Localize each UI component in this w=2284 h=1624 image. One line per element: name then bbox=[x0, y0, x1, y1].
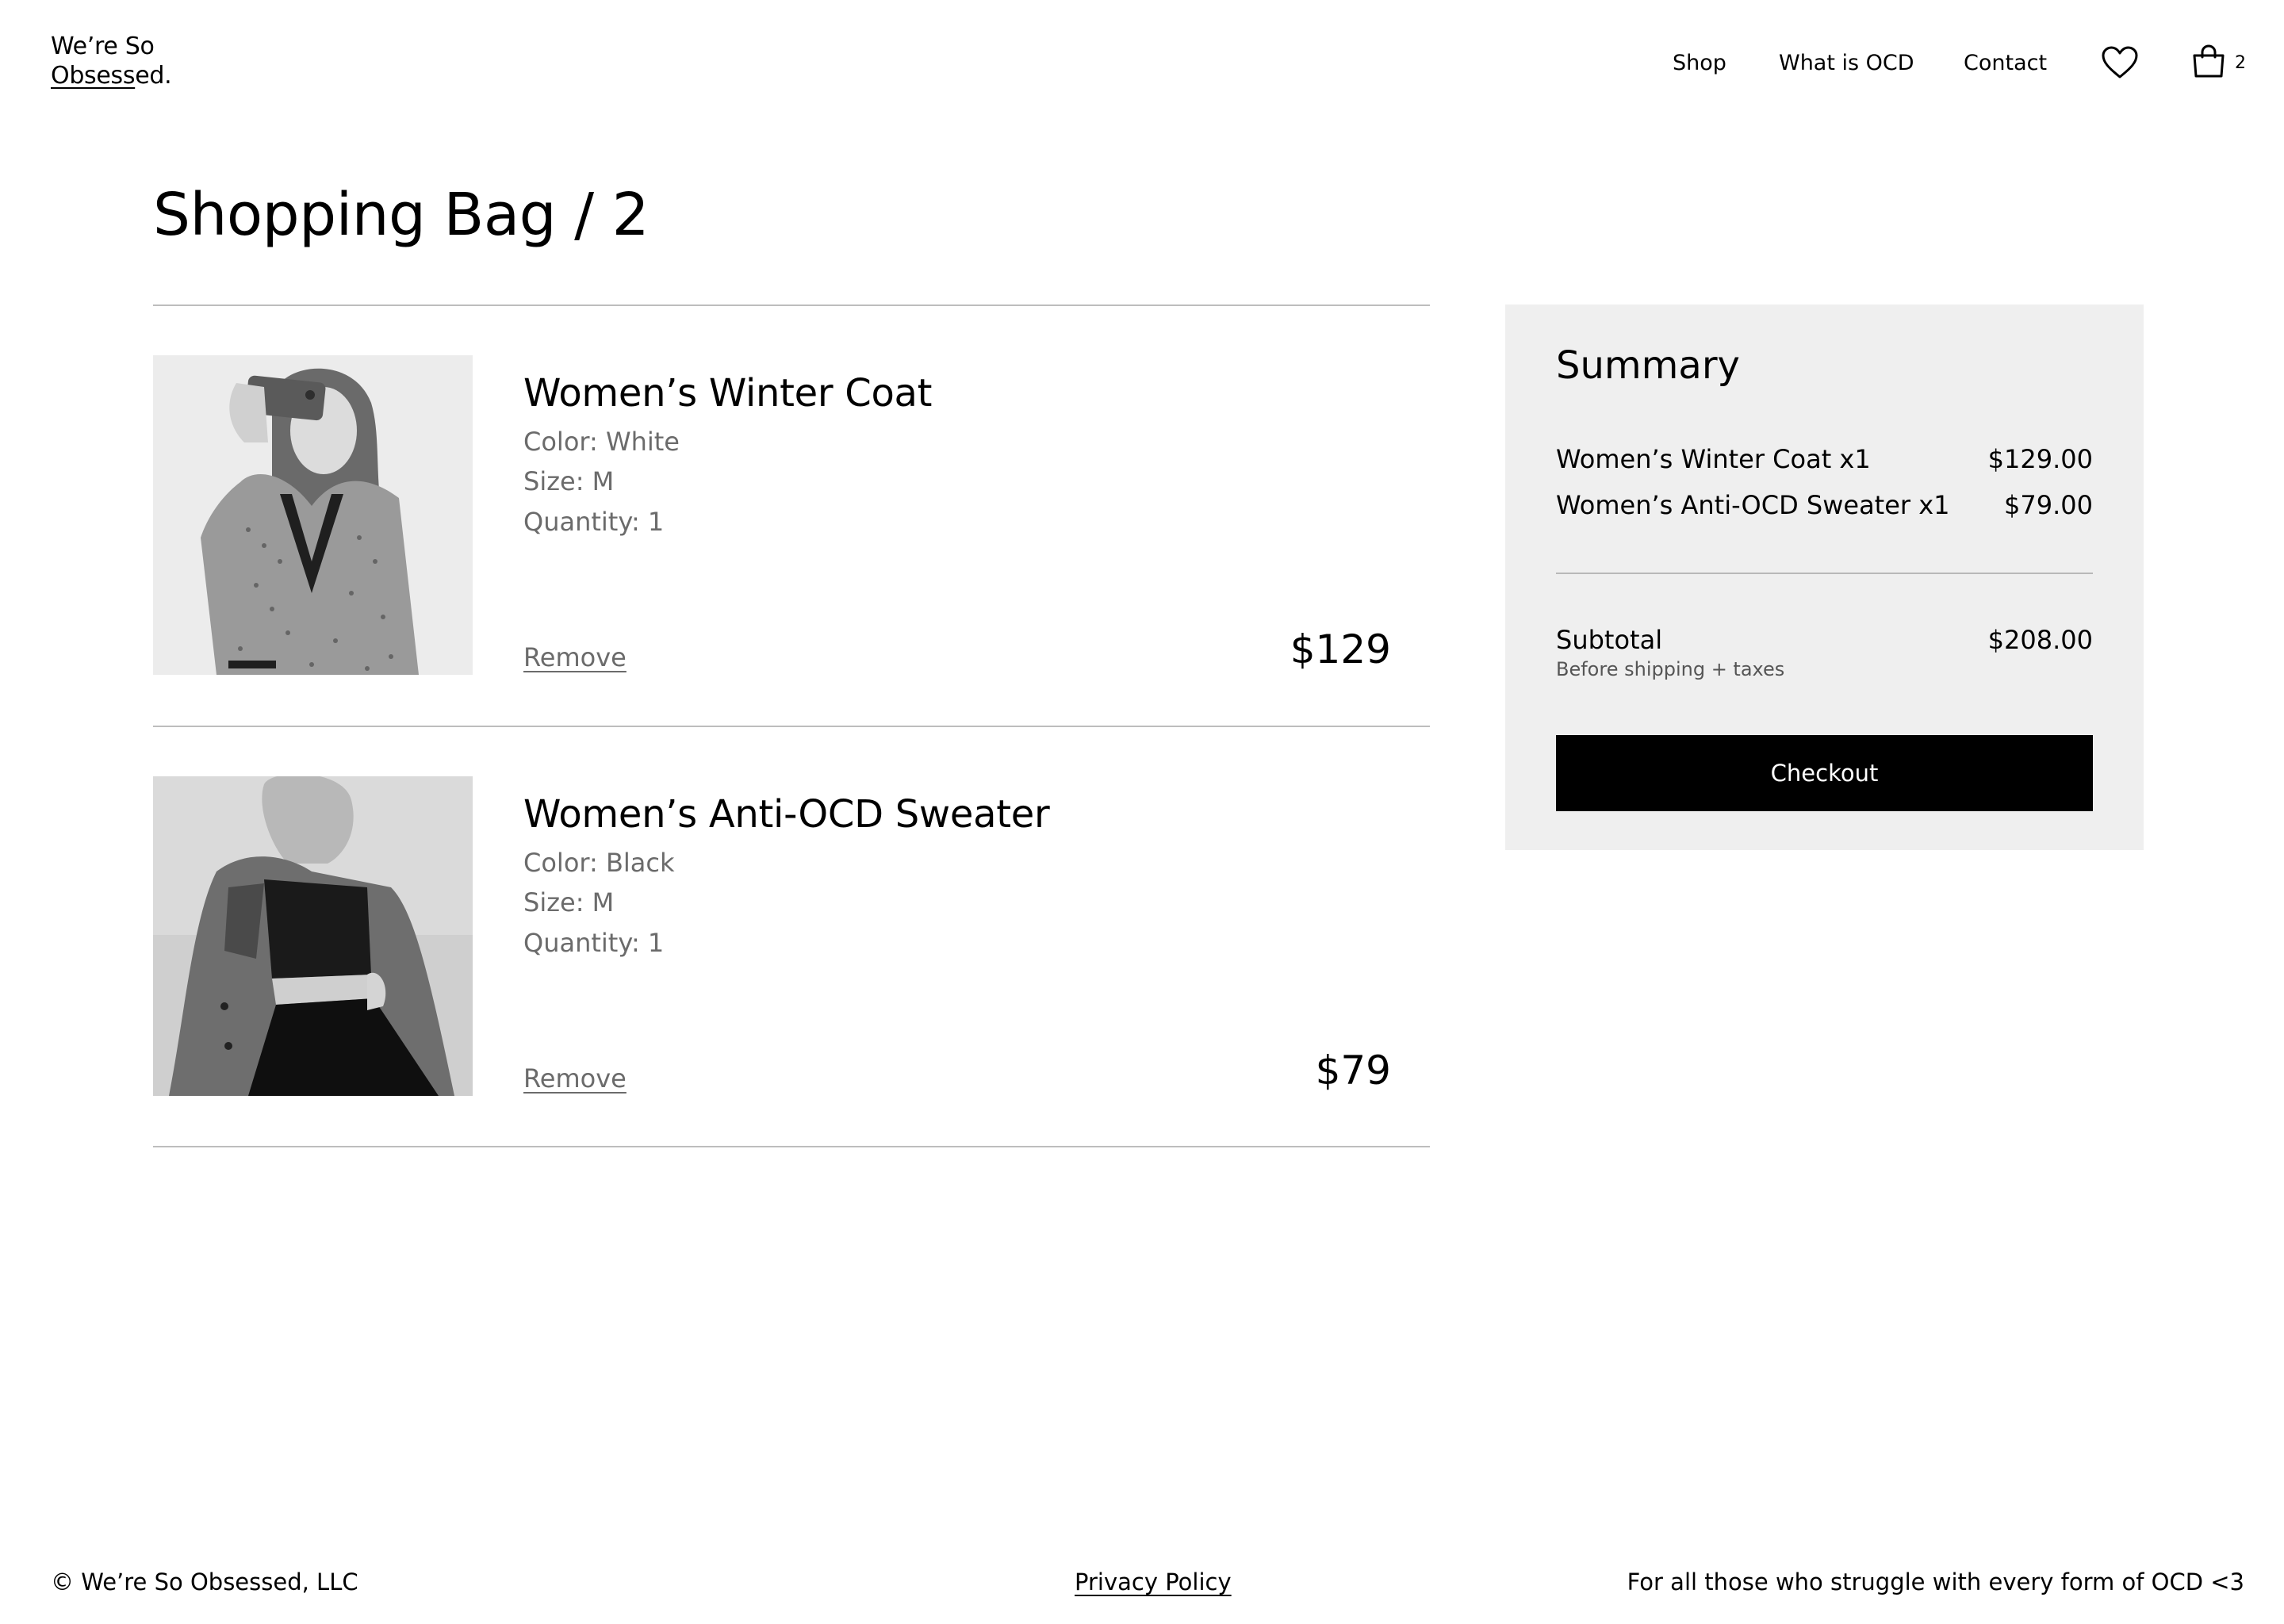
product-image-anti-ocd-sweater[interactable] bbox=[153, 776, 473, 1096]
site-logo[interactable]: We’re So Obsessed. bbox=[51, 32, 172, 90]
product-image-winter-coat[interactable] bbox=[153, 355, 473, 675]
summary-line-item: Women’s Winter Coat x1 $129.00 bbox=[1556, 444, 2093, 476]
divider bbox=[153, 304, 1430, 306]
summary-line-amount: $129.00 bbox=[1987, 444, 2093, 474]
divider bbox=[153, 726, 1430, 727]
product-price: $79 bbox=[1315, 1048, 1391, 1094]
logo-rest: ed. bbox=[135, 62, 172, 90]
summary-divider bbox=[1556, 573, 2093, 574]
checkout-button[interactable]: Checkout bbox=[1556, 735, 2093, 811]
summary-line-amount: $79.00 bbox=[2004, 490, 2093, 520]
nav-what-is-ocd[interactable]: What is OCD bbox=[1779, 51, 1914, 75]
heart-icon[interactable] bbox=[2102, 46, 2138, 82]
footer-tagline: For all those who struggle with every fo… bbox=[1627, 1568, 2244, 1595]
divider bbox=[153, 1146, 1430, 1147]
product-quantity: Quantity: 1 bbox=[523, 928, 665, 958]
product-name[interactable]: Women’s Anti-OCD Sweater bbox=[523, 791, 1050, 837]
nav-shop[interactable]: Shop bbox=[1673, 51, 1726, 75]
summary-line-label: Women’s Winter Coat x1 bbox=[1556, 444, 1871, 474]
subtotal-amount: $208.00 bbox=[1987, 625, 2093, 655]
logo-line-1: We’re So bbox=[51, 33, 155, 60]
remove-button[interactable]: Remove bbox=[523, 642, 627, 672]
nav-contact[interactable]: Contact bbox=[1964, 51, 2047, 75]
subtotal-row: Subtotal $208.00 bbox=[1556, 625, 2093, 657]
product-name[interactable]: Women’s Winter Coat bbox=[523, 370, 932, 416]
bag-count-badge: 2 bbox=[2235, 53, 2246, 73]
subtotal-label: Subtotal bbox=[1556, 625, 1663, 655]
product-size: Size: M bbox=[523, 466, 615, 496]
product-quantity: Quantity: 1 bbox=[523, 507, 665, 537]
logo-line-2: Obsessed. bbox=[51, 61, 172, 90]
logo-underlined-part: Obsess bbox=[51, 62, 136, 90]
order-summary: Summary Women’s Winter Coat x1 $129.00 W… bbox=[1505, 304, 2144, 850]
product-price: $129 bbox=[1290, 626, 1391, 672]
product-color: Color: White bbox=[523, 427, 680, 457]
summary-title: Summary bbox=[1556, 343, 1740, 388]
subtotal-note: Before shipping + taxes bbox=[1556, 658, 1785, 680]
summary-line-item: Women’s Anti-OCD Sweater x1 $79.00 bbox=[1556, 490, 2093, 522]
privacy-policy-link[interactable]: Privacy Policy bbox=[1075, 1568, 1232, 1595]
product-size: Size: M bbox=[523, 887, 615, 917]
summary-line-label: Women’s Anti-OCD Sweater x1 bbox=[1556, 490, 1950, 520]
remove-button[interactable]: Remove bbox=[523, 1063, 627, 1094]
shopping-bag-icon[interactable] bbox=[2191, 44, 2226, 81]
product-color: Color: Black bbox=[523, 848, 675, 878]
page-title: Shopping Bag / 2 bbox=[153, 181, 650, 249]
footer-copyright: © We’re So Obsessed, LLC bbox=[51, 1568, 358, 1595]
